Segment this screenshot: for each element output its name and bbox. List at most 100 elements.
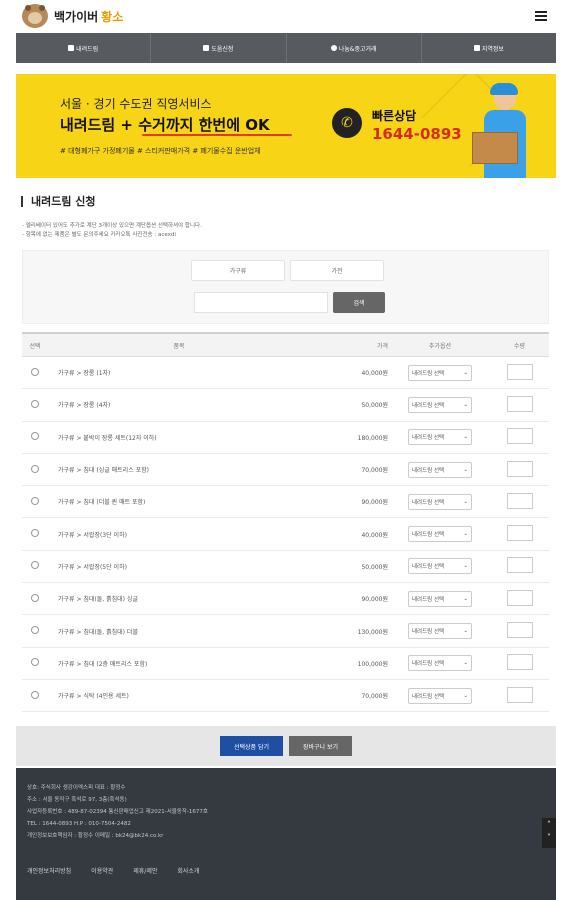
quantity-input[interactable] bbox=[506, 589, 533, 606]
option-select-value: 내려드림 선택 bbox=[412, 370, 445, 377]
chevron-up-icon[interactable]: ˄ bbox=[542, 818, 556, 831]
table-row[interactable]: 가구류 > 침대 (더블 퀸 매트 포함) 90,000원 내려드림 선택 ⌄ bbox=[22, 486, 549, 519]
row-item: 가구류 > 침대 (더블 퀸 매트 포함) bbox=[58, 499, 146, 507]
tab-furniture[interactable]: 가구류 bbox=[191, 260, 285, 281]
row-radio[interactable] bbox=[31, 464, 39, 473]
row-price: 130,000원 bbox=[357, 628, 388, 636]
row-radio[interactable] bbox=[31, 690, 39, 699]
hamburger-menu-icon[interactable] bbox=[535, 11, 547, 21]
row-option-cell: 내려드림 선택 ⌄ bbox=[390, 396, 490, 413]
nav-item-region-info[interactable]: 지역정보 bbox=[422, 33, 556, 63]
quantity-input[interactable] bbox=[506, 654, 533, 671]
promo-banner[interactable]: 서울 · 경기 수도권 직영서비스 내려드림 + 수거까지 한번에 OK # 대… bbox=[16, 74, 556, 178]
table-row[interactable]: 가구류 > 침대(돌, 흙침대) 싱글 90,000원 내려드림 선택 ⌄ bbox=[22, 583, 549, 616]
quantity-input[interactable] bbox=[506, 492, 533, 509]
row-radio[interactable] bbox=[31, 399, 39, 408]
table-row[interactable]: 가구류 > 서랍장(5단 이하) 50,000원 내려드림 선택 ⌄ bbox=[22, 551, 549, 584]
row-select-cell bbox=[22, 593, 48, 604]
option-select[interactable]: 내려드림 선택 ⌄ bbox=[408, 590, 472, 607]
row-price: 90,000원 bbox=[361, 596, 388, 604]
table-row[interactable]: 가구류 > 서랍장(3단 이하) 40,000원 내려드림 선택 ⌄ bbox=[22, 518, 549, 551]
option-select[interactable]: 내려드림 선택 ⌄ bbox=[408, 623, 472, 640]
quantity-input[interactable] bbox=[506, 428, 533, 445]
option-select[interactable]: 내려드림 선택 ⌄ bbox=[408, 526, 472, 543]
option-select[interactable]: 내려드림 선택 ⌄ bbox=[408, 687, 472, 704]
tab-appliance[interactable]: 가전 bbox=[290, 260, 384, 281]
table-row[interactable]: 가구류 > 침대 (2층 매트리스 포함) 100,000원 내려드림 선택 ⌄ bbox=[22, 648, 549, 680]
search-button[interactable]: 검색 bbox=[333, 292, 385, 313]
row-radio[interactable] bbox=[31, 432, 39, 441]
footer-link-terms[interactable]: 이용약관 bbox=[91, 866, 113, 875]
page-title: 내려드림 신청 bbox=[21, 196, 96, 207]
table-row[interactable]: 가구류 > 식탁 (4인용 세트) 70,000원 내려드림 선택 ⌄ bbox=[22, 680, 549, 713]
company-info-line: 상호: 주식회사 생강이엑스피 대표 : 황정수 bbox=[27, 785, 126, 791]
banner-underline bbox=[142, 134, 292, 136]
table-row[interactable]: 가구류 > 장롱 (4자) 50,000원 내려드림 선택 ⌄ bbox=[22, 389, 549, 422]
option-select-value: 내려드림 선택 bbox=[412, 564, 445, 571]
quantity-input[interactable] bbox=[506, 686, 533, 703]
view-cart-button[interactable]: 장바구니 보기 bbox=[289, 736, 352, 756]
company-info-line: 사업자등록번호 : 489-87-02394 통신판매업신고 제2021-서울동… bbox=[27, 809, 208, 815]
row-radio[interactable] bbox=[31, 367, 39, 376]
nav-item-label: 지역정보 bbox=[481, 45, 504, 53]
footer-link-privacy[interactable]: 개인정보처리방침 bbox=[27, 866, 71, 875]
row-radio[interactable] bbox=[31, 529, 39, 538]
option-select[interactable]: 내려드림 선택 ⌄ bbox=[408, 461, 472, 478]
chevron-down-icon[interactable]: ˅ bbox=[542, 831, 556, 844]
box-icon bbox=[472, 132, 518, 164]
site-logo[interactable]: 백가이버 황소 bbox=[22, 4, 123, 28]
row-price: 180,000원 bbox=[357, 434, 388, 442]
quantity-input[interactable] bbox=[506, 363, 533, 380]
table-row[interactable]: 가구류 > 침대(돌, 흙침대) 더블 130,000원 내려드림 선택 ⌄ bbox=[22, 615, 549, 648]
row-qty-cell bbox=[490, 395, 549, 414]
option-select[interactable]: 내려드림 선택 ⌄ bbox=[408, 364, 472, 381]
row-qty-cell bbox=[490, 363, 549, 382]
row-option-cell: 내려드림 선택 ⌄ bbox=[390, 590, 490, 607]
footer-link-about[interactable]: 회사소개 bbox=[177, 866, 199, 875]
quantity-input[interactable] bbox=[506, 395, 533, 412]
quantity-input[interactable] bbox=[506, 460, 533, 477]
table-row[interactable]: 가구류 > 붙박이 장롱 세트(12자 이하) 180,000원 내려드림 선택 ⌄ bbox=[22, 422, 549, 454]
row-option-cell: 내려드림 선택 ⌄ bbox=[390, 558, 490, 575]
row-qty-cell bbox=[490, 686, 549, 705]
chevron-down-icon: ⌄ bbox=[463, 563, 468, 570]
row-select-cell bbox=[22, 464, 48, 475]
row-select-cell bbox=[22, 399, 48, 410]
table-row[interactable]: 가구류 > 장롱 (1자) 40,000원 내려드림 선택 ⌄ bbox=[22, 357, 549, 390]
option-select-value: 내려드림 선택 bbox=[412, 661, 445, 668]
scroll-control[interactable]: ˄ ˅ bbox=[542, 818, 556, 848]
row-item: 가구류 > 침대 (싱글 매트리스 포함) bbox=[58, 467, 150, 475]
option-select[interactable]: 내려드림 선택 ⌄ bbox=[408, 396, 472, 413]
consult-phone[interactable]: 1644-0893 bbox=[372, 125, 462, 143]
row-radio[interactable] bbox=[31, 496, 39, 505]
header-select: 선택 bbox=[29, 342, 41, 350]
row-radio[interactable] bbox=[31, 561, 39, 570]
option-select[interactable]: 내려드림 선택 ⌄ bbox=[408, 558, 472, 575]
option-select-value: 내려드림 선택 bbox=[412, 532, 445, 539]
quantity-input[interactable] bbox=[506, 525, 533, 542]
row-qty-cell bbox=[490, 589, 549, 608]
chevron-down-icon: ⌄ bbox=[463, 401, 468, 408]
chevron-down-icon: ⌄ bbox=[463, 595, 468, 602]
row-radio[interactable] bbox=[31, 658, 39, 667]
nav-item-drop-service[interactable]: 내려드림 bbox=[16, 33, 152, 63]
circle-icon bbox=[330, 45, 337, 51]
nav-item-share-used[interactable]: 나눔&중고거래 bbox=[287, 33, 422, 63]
footer-link-partnership[interactable]: 제휴/제안 bbox=[133, 866, 157, 875]
search-input[interactable] bbox=[194, 292, 328, 313]
quantity-input[interactable] bbox=[506, 557, 533, 574]
company-info-line: 개인정보보호책임자 : 황정수 이메일 : bk24@bk24.co.kr bbox=[27, 833, 164, 839]
row-radio[interactable] bbox=[31, 626, 39, 635]
row-radio[interactable] bbox=[31, 593, 39, 602]
option-select[interactable]: 내려드림 선택 ⌄ bbox=[408, 493, 472, 510]
quantity-input[interactable] bbox=[506, 622, 533, 639]
nav-item-help-request[interactable]: 도움신청 bbox=[151, 33, 287, 63]
option-select[interactable]: 내려드림 선택 ⌄ bbox=[408, 429, 472, 446]
option-select-value: 내려드림 선택 bbox=[412, 402, 445, 409]
option-select[interactable]: 내려드림 선택 ⌄ bbox=[408, 655, 472, 672]
phone-icon: ✆ bbox=[332, 108, 362, 138]
row-price: 50,000원 bbox=[361, 402, 388, 410]
add-selected-button[interactable]: 선택상품 담기 bbox=[220, 736, 283, 756]
table-row[interactable]: 가구류 > 침대 (싱글 매트리스 포함) 70,000원 내려드림 선택 ⌄ bbox=[22, 454, 549, 487]
banner-line1: 서울 · 경기 수도권 직영서비스 bbox=[60, 97, 212, 111]
